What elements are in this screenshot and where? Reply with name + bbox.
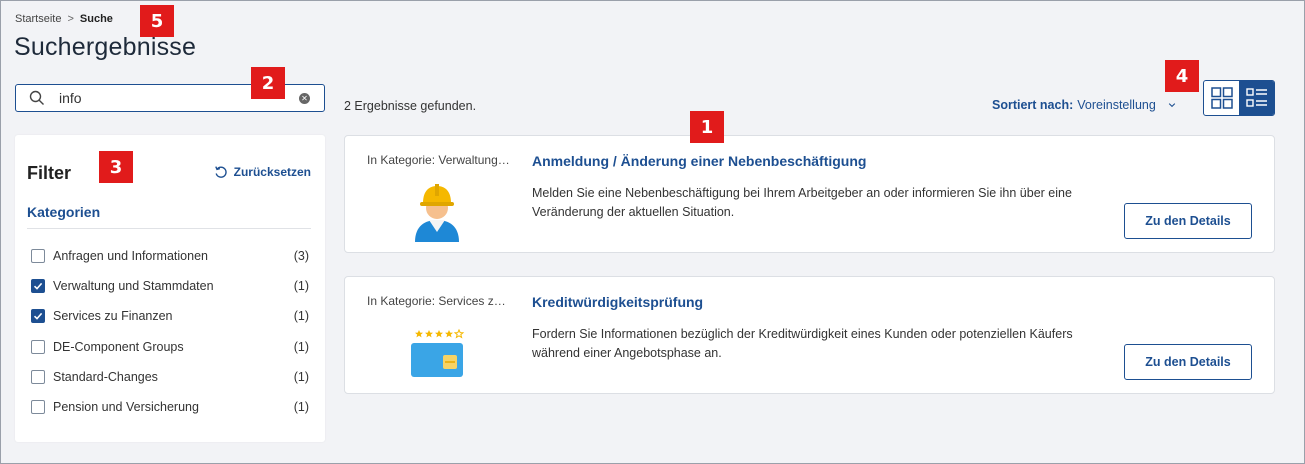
marker-3: 3	[99, 151, 133, 183]
categories-heading: Kategorien	[27, 204, 101, 220]
filter-title: Filter	[27, 163, 72, 183]
breadcrumb-separator: >	[67, 13, 74, 25]
worker-helmet-icon	[415, 184, 459, 242]
reset-icon	[214, 166, 227, 178]
category-item[interactable]: Services zu Finanzen (1)	[31, 301, 309, 331]
result-description: Fordern Sie Informationen bezüglich der …	[532, 327, 1073, 360]
filter-panel: Filter Zurücksetzen Kategorien Anfragen …	[15, 135, 325, 442]
sort-dropdown[interactable]: Sortiert nach: Voreinstellung	[992, 98, 1176, 112]
category-count: (1)	[293, 279, 309, 294]
clear-search-icon[interactable]: ✕	[299, 93, 310, 104]
category-count: (1)	[293, 309, 309, 324]
category-item[interactable]: Standard-Changes (1)	[31, 362, 309, 392]
reset-filter-label: Zurücksetzen	[233, 165, 311, 179]
page-title: Suchergebnisse	[14, 33, 197, 61]
divider	[27, 228, 311, 229]
category-count: (3)	[293, 249, 309, 264]
category-item[interactable]: DE-Component Groups (1)	[31, 332, 309, 362]
category-checkbox[interactable]	[31, 369, 45, 384]
category-count: (1)	[293, 339, 309, 354]
category-label: Standard-Changes	[53, 369, 158, 384]
breadcrumb-home-link[interactable]: Startseite	[15, 13, 61, 25]
category-label: Services zu Finanzen	[53, 309, 173, 324]
credit-card-icon	[411, 328, 465, 377]
marker-2: 2	[251, 67, 285, 99]
category-label: Pension und Versicherung	[53, 400, 199, 415]
list-view-icon	[1245, 88, 1267, 107]
category-label: Anfragen und Informationen	[53, 249, 208, 264]
checkmark-icon	[33, 283, 43, 291]
category-list: Anfragen und Informationen (3) Verwaltun…	[31, 241, 309, 422]
category-checkbox[interactable]	[31, 400, 45, 415]
result-card: In Kategorie: Verwaltung und Stammdaten …	[344, 135, 1275, 253]
category-label: Verwaltung und Stammdaten	[53, 279, 214, 294]
sort-value: Voreinstellung	[1077, 98, 1156, 112]
sort-label: Sortiert nach:	[992, 98, 1074, 112]
chevron-down-icon	[1168, 103, 1175, 108]
category-count: (1)	[293, 369, 309, 384]
breadcrumb-current: Suche	[79, 13, 113, 25]
category-item[interactable]: Verwaltung und Stammdaten (1)	[31, 271, 309, 301]
result-card: In Kategorie: Services zu Finanzen Kredi…	[344, 276, 1275, 394]
category-checkbox[interactable]	[31, 309, 45, 324]
category-checkbox[interactable]	[31, 339, 45, 354]
breadcrumb: Startseite > Suche	[15, 13, 113, 25]
category-label: DE-Component Groups	[53, 339, 184, 354]
grid-view-icon	[1210, 87, 1233, 109]
search-icon	[29, 90, 44, 105]
grid-view-button[interactable]	[1204, 81, 1239, 115]
category-checkbox[interactable]	[31, 249, 45, 264]
result-category: In Kategorie: Verwaltung und Stammdaten	[367, 153, 512, 167]
view-toggle	[1203, 80, 1275, 116]
marker-1: 1	[690, 111, 724, 143]
category-item[interactable]: Anfragen und Informationen (3)	[31, 241, 309, 271]
result-title[interactable]: Kreditwürdigkeitsprüfung	[532, 294, 703, 310]
category-checkbox[interactable]	[31, 279, 45, 294]
reset-filter-button[interactable]: Zurücksetzen	[214, 165, 311, 179]
list-view-button[interactable]	[1239, 81, 1274, 115]
category-count: (1)	[293, 400, 309, 415]
result-description: Melden Sie eine Nebenbeschäftigung bei I…	[532, 186, 1072, 219]
category-item[interactable]: Pension und Versicherung (1)	[31, 392, 309, 422]
details-button[interactable]: Zu den Details	[1124, 203, 1252, 239]
marker-4: 4	[1165, 60, 1199, 92]
result-category: In Kategorie: Services zu Finanzen	[367, 294, 512, 308]
result-title[interactable]: Anmeldung / Änderung einer Nebenbeschäft…	[532, 153, 866, 169]
search-input[interactable]	[59, 90, 279, 106]
result-count: 2 Ergebnisse gefunden.	[344, 99, 477, 113]
details-button[interactable]: Zu den Details	[1124, 344, 1252, 380]
checkmark-icon	[33, 313, 43, 321]
